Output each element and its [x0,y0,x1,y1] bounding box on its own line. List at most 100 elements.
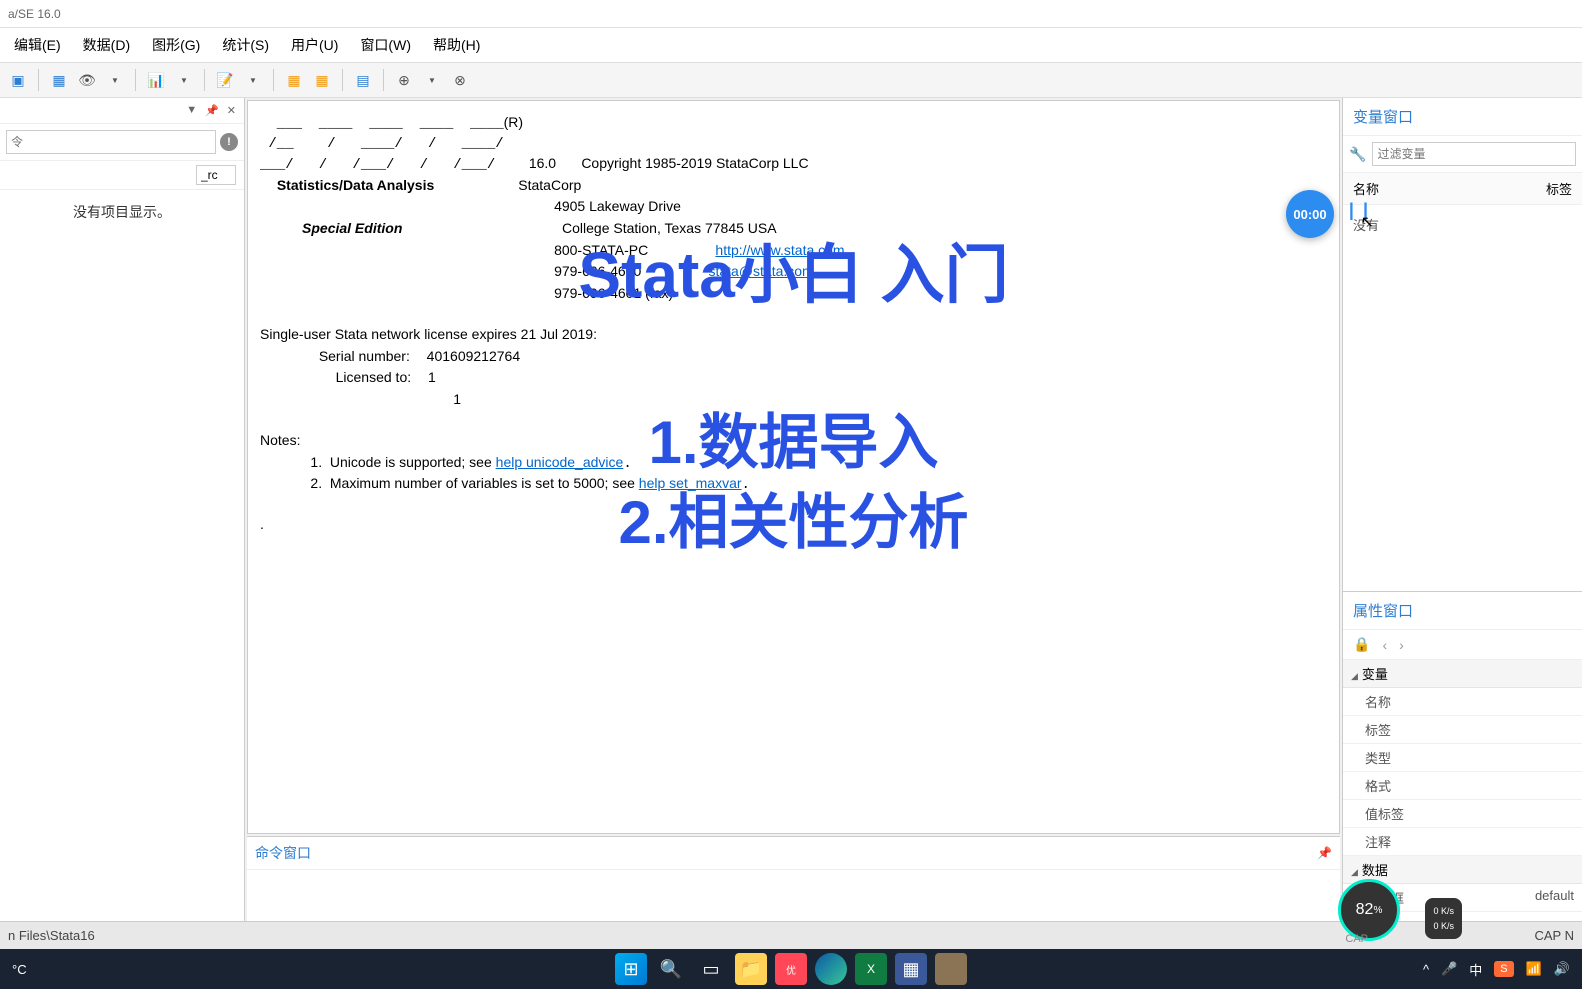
eye-icon[interactable]: 👁 [75,68,99,92]
pin-icon[interactable]: 📌 [1317,846,1332,860]
volume-icon[interactable]: 🔊 [1554,961,1570,977]
prop-vallabel[interactable]: 值标签 [1343,800,1582,828]
properties-title: 属性窗口 [1343,592,1582,630]
menu-data[interactable]: 数据(D) [73,29,140,61]
column-label[interactable]: 标签 [1546,179,1572,198]
next-icon[interactable]: › [1399,637,1404,653]
separator [135,69,136,91]
taskbar: °C ⊞ 🔍 ▭ 📁 优 X ▦ ^ 🎤 中 S 📶 🔊 [0,949,1582,989]
chevron-up-icon[interactable]: ^ [1423,962,1429,977]
lock-icon[interactable]: 🔒 [1353,636,1370,653]
unicode-link[interactable]: help unicode_advice [496,454,624,470]
app-icon[interactable] [935,953,967,985]
prev-icon[interactable]: ‹ [1382,637,1387,653]
dropdown-icon[interactable]: ▼ [241,68,265,92]
cap-indicator: CAP [1345,933,1368,945]
menu-window[interactable]: 窗口(W) [350,29,421,61]
taskbar-center: ⊞ 🔍 ▭ 📁 优 X ▦ [615,953,967,985]
separator [38,69,39,91]
history-empty: 没有项目显示。 [0,190,244,234]
graph-icon[interactable]: 📊 [144,68,168,92]
status-cap: CAP N [1535,928,1575,943]
history-search-row: ! [0,124,244,161]
properties-panel: 属性窗口 🔒 ‹ › 变量 名称 标签 类型 格式 值标签 注释 数据 数据框d… [1343,591,1582,921]
email-link[interactable]: stata@stata.com [708,263,813,279]
titlebar: a/SE 16.0 [0,0,1582,28]
toolbar: ▣ ▦ 👁 ▼ 📊 ▼ 📝 ▼ ▦ ▦ ▤ ⊕ ▼ ⊗ [0,62,1582,98]
wifi-icon[interactable]: 📶 [1526,961,1542,977]
history-panel: ▼ 📌 ✕ ! 没有项目显示。 [0,98,245,921]
performance-side: 0 K/s0 K/s [1425,898,1462,939]
break-icon[interactable]: ⊗ [448,68,472,92]
command-title: 命令窗口 📌 [247,837,1340,870]
taskbar-temp[interactable]: °C [12,962,27,977]
history-search-input[interactable] [6,130,216,154]
status-path: n Files\Stata16 [8,928,95,943]
rc-input[interactable] [196,165,236,185]
results-window[interactable]: ___ ____ ____ ____ ____(R) /__ / ____/ /… [247,100,1340,834]
separator [342,69,343,91]
dropdown-icon[interactable]: ▼ [420,68,444,92]
excel-icon[interactable]: X [855,953,887,985]
history-header: ▼ 📌 ✕ [0,98,244,124]
edge-icon[interactable] [815,953,847,985]
ime-icon[interactable]: 中 [1469,960,1482,979]
start-icon[interactable]: ⊞ [615,953,647,985]
dropdown-icon[interactable]: ▼ [103,68,127,92]
menu-user[interactable]: 用户(U) [281,29,348,61]
save-icon[interactable]: ▣ [6,68,30,92]
close-icon[interactable]: ✕ [225,102,238,119]
prop-section-variable[interactable]: 变量 [1343,660,1582,688]
sogou-icon[interactable]: S [1494,961,1513,977]
title-text: a/SE 16.0 [8,7,61,21]
youku-icon[interactable]: 优 [775,953,807,985]
menu-graph[interactable]: 图形(G) [142,29,210,61]
more-icon[interactable]: ⊕ [392,68,416,92]
menu-help[interactable]: 帮助(H) [423,29,490,61]
filter-icon[interactable]: ▼ [184,102,199,119]
cursor-icon: ↖ [1361,212,1374,232]
timer-badge[interactable]: 00:00 [1286,190,1334,238]
menu-edit[interactable]: 编辑(E) [4,29,71,61]
variables-title: 变量窗口 [1343,98,1582,136]
rc-row [0,161,244,190]
prop-type[interactable]: 类型 [1343,744,1582,772]
separator [383,69,384,91]
variables-filter-input[interactable] [1372,142,1576,166]
stata-icon[interactable]: ▦ [895,953,927,985]
separator [273,69,274,91]
separator [204,69,205,91]
menu-stats[interactable]: 统计(S) [212,29,279,61]
menubar: 编辑(E) 数据(D) 图形(G) 统计(S) 用户(U) 窗口(W) 帮助(H… [0,28,1582,62]
pin-icon[interactable]: 📌 [203,102,221,119]
column-name[interactable]: 名称 [1353,179,1546,198]
url-link[interactable]: http://www.stata.com [715,242,844,258]
dofile-icon[interactable]: 📝 [213,68,237,92]
prop-notes[interactable]: 注释 [1343,828,1582,856]
results-content: ___ ____ ____ ____ ____(R) /__ / ____/ /… [260,113,1327,537]
prop-name[interactable]: 名称 [1343,688,1582,716]
prop-format[interactable]: 格式 [1343,772,1582,800]
prop-label[interactable]: 标签 [1343,716,1582,744]
variables-icon[interactable]: ▤ [351,68,375,92]
wrench-icon[interactable]: 🔧 [1349,146,1366,163]
info-badge[interactable]: ! [220,133,238,151]
variables-filter-row: 🔧 [1343,136,1582,173]
explorer-icon[interactable]: 📁 [735,953,767,985]
data-browse-icon[interactable]: ▦ [310,68,334,92]
command-window: 命令窗口 📌 [247,836,1340,921]
mic-icon[interactable]: 🎤 [1441,961,1457,977]
maxvar-link[interactable]: help set_maxvar [639,475,742,491]
dropdown-icon[interactable]: ▼ [172,68,196,92]
center-panel: ___ ____ ____ ____ ____(R) /__ / ____/ /… [245,98,1342,921]
main-area: ▼ 📌 ✕ ! 没有项目显示。 ___ ____ ____ ____ ____(… [0,98,1582,921]
search-icon[interactable]: 🔍 [655,953,687,985]
data-edit-icon[interactable]: ▦ [282,68,306,92]
log-icon[interactable]: ▦ [47,68,71,92]
right-panel: 变量窗口 🔧 名称 标签 没有 属性窗口 🔒 ‹ › 变量 名称 标签 类型 格… [1342,98,1582,921]
taskbar-right: ^ 🎤 中 S 📶 🔊 [1423,960,1570,979]
variables-empty: 没有 [1343,205,1582,244]
taskview-icon[interactable]: ▭ [695,953,727,985]
performance-widget[interactable]: 82% [1338,879,1400,941]
properties-nav: 🔒 ‹ › [1343,630,1582,660]
